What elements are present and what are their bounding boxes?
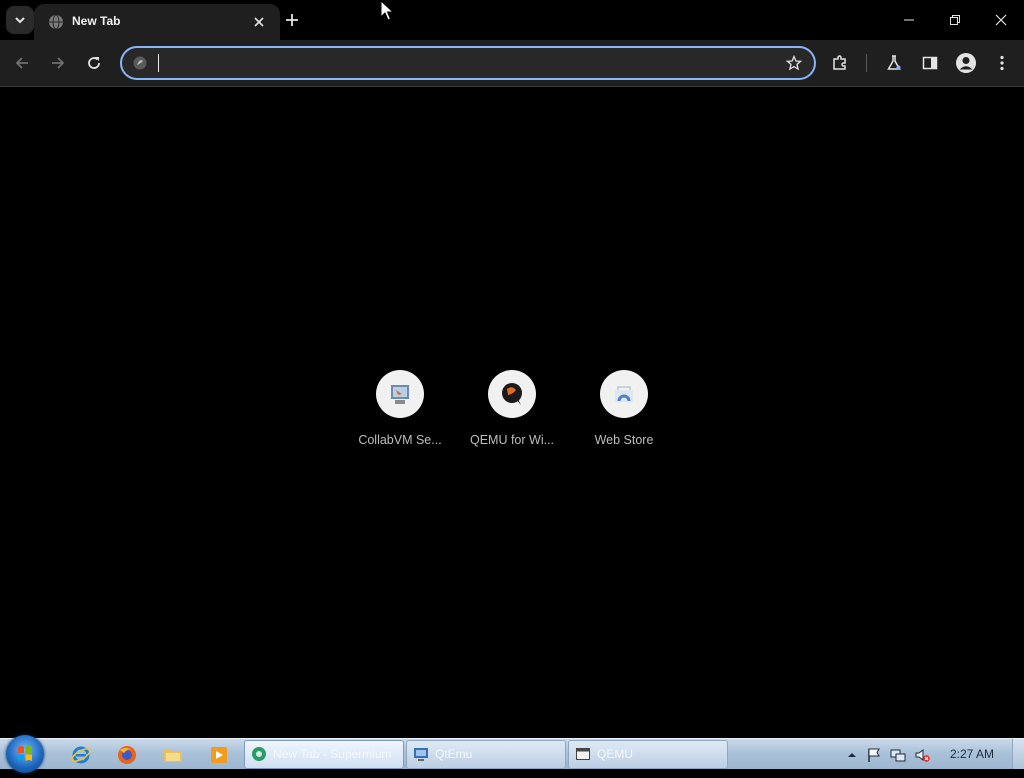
supermium-icon [133, 56, 147, 70]
windows-logo-icon [18, 746, 32, 761]
reload-icon [88, 57, 100, 69]
web-store-icon [615, 386, 633, 402]
internet-explorer-icon[interactable] [70, 744, 92, 766]
file-explorer-icon[interactable] [162, 744, 184, 766]
shortcut-label: Web Store [594, 433, 654, 447]
extensions-button[interactable] [826, 49, 854, 77]
shortcut-label: QEMU for Wi... [469, 433, 555, 447]
action-center-flag-icon[interactable] [866, 747, 882, 763]
mouse-cursor-icon [380, 0, 394, 21]
media-player-icon[interactable] [208, 744, 230, 766]
show-desktop-button[interactable] [1012, 739, 1024, 769]
avatar-icon [956, 53, 976, 73]
taskbar-item-label: QEMU [597, 747, 633, 761]
show-hidden-icons-icon[interactable] [844, 747, 860, 763]
close-icon [254, 17, 264, 27]
plus-icon [286, 14, 298, 26]
qemu-window-icon [576, 748, 590, 760]
reload-button[interactable] [80, 49, 108, 77]
toolbar [0, 40, 1024, 87]
minimize-button[interactable] [886, 0, 932, 40]
star-icon [786, 55, 802, 71]
address-bar[interactable] [120, 46, 816, 80]
taskbar-item-qtemu[interactable]: QtEmu [406, 740, 566, 769]
taskbar: New Tab - Supermium QtEmu QEMU 2:27 AM [0, 735, 1024, 773]
shortcut-web-store[interactable]: Web Store [568, 370, 680, 447]
close-icon [995, 14, 1007, 26]
shortcut-tile [600, 370, 648, 418]
shortcut-collabvm[interactable]: CollabVM Se... [344, 370, 456, 447]
taskbar-item-qemu[interactable]: QEMU [568, 740, 728, 769]
profile-button[interactable] [952, 49, 980, 77]
shortcut-tile [488, 370, 536, 418]
taskbar-item-label: QtEmu [435, 747, 473, 761]
firefox-icon[interactable] [116, 744, 138, 766]
tab-new-tab[interactable]: New Tab [34, 4, 280, 40]
shortcut-label: CollabVM Se... [358, 433, 442, 447]
chevron-down-icon [15, 17, 25, 24]
system-clock[interactable]: 2:27 AM [950, 747, 994, 761]
taskbar-item-supermium[interactable]: New Tab - Supermium [244, 740, 404, 769]
tab-search-button[interactable] [6, 6, 34, 34]
close-window-button[interactable] [978, 0, 1024, 40]
side-panel-icon [922, 56, 938, 70]
tab-title: New Tab [72, 14, 121, 28]
collabvm-icon [391, 385, 409, 404]
labs-button[interactable] [880, 49, 908, 77]
title-bar: New Tab [0, 0, 1024, 40]
shortcut-qemu[interactable]: QEMU for Wi... [456, 370, 568, 447]
toolbar-separator [866, 54, 867, 72]
more-vertical-icon [1000, 55, 1004, 71]
network-icon[interactable] [890, 747, 906, 763]
side-panel-button[interactable] [916, 49, 944, 77]
shortcut-tile [376, 370, 424, 418]
address-input[interactable] [156, 52, 770, 76]
restore-icon [950, 15, 960, 25]
puzzle-icon [833, 55, 846, 70]
qtemu-icon [414, 748, 428, 761]
arrow-right-icon [52, 57, 65, 69]
volume-muted-icon[interactable] [914, 747, 930, 763]
minimize-icon [904, 19, 914, 21]
tab-close-button[interactable] [250, 13, 268, 31]
supermium-icon [252, 747, 266, 761]
forward-button[interactable] [44, 49, 72, 77]
menu-button[interactable] [988, 49, 1016, 77]
qemu-icon [502, 383, 522, 405]
taskbar-item-label: New Tab - Supermium [273, 747, 392, 761]
bookmark-button[interactable] [784, 53, 804, 73]
globe-icon [49, 14, 63, 30]
restore-button[interactable] [932, 0, 978, 40]
new-tab-button[interactable] [280, 8, 304, 32]
back-button[interactable] [8, 49, 36, 77]
arrow-left-icon [15, 57, 28, 69]
flask-icon [887, 55, 901, 70]
start-button[interactable] [6, 735, 44, 773]
